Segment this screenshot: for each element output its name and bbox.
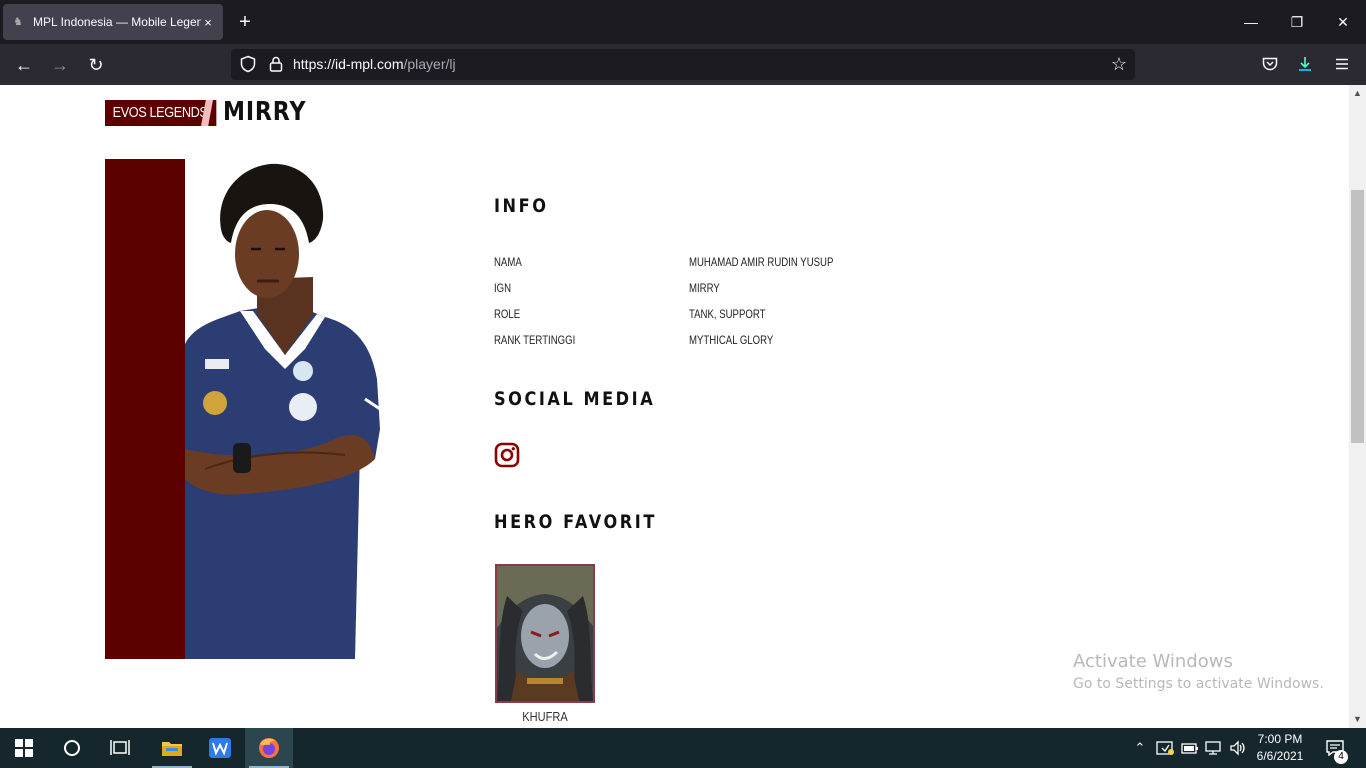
show-hidden-icons-button[interactable]: ⌃ [1130, 728, 1150, 768]
chevron-up-icon: ⌃ [1134, 740, 1146, 755]
activate-windows-watermark: Activate Windows Go to Settings to activ… [1073, 651, 1324, 692]
task-view-icon [110, 740, 130, 755]
windows-taskbar: ⌃ 7:00 PM 6/6/2021 [0, 728, 1366, 768]
page-content: EVOS LEGENDS MIRRY INFO NAMA MUHAMAD AMI… [0, 85, 1348, 728]
notification-count-badge: 4 [1334, 750, 1348, 764]
tray-battery-icon[interactable] [1179, 728, 1201, 768]
photo-accent-bar [105, 159, 185, 659]
wps-office-button[interactable] [196, 728, 244, 768]
clock-date: 6/6/2021 [1256, 749, 1304, 763]
browser-toolbar: ← → ↻ https://id-mpl.com/player/lj ☆ [0, 44, 1366, 85]
address-bar[interactable]: https://id-mpl.com/player/lj ☆ [231, 49, 1135, 80]
app-menu-icon[interactable] [1333, 55, 1351, 73]
minimize-button[interactable]: — [1228, 0, 1274, 44]
security-warning-icon [1156, 741, 1174, 755]
instagram-icon[interactable] [494, 442, 520, 468]
back-button[interactable]: ← [11, 52, 37, 78]
forward-button[interactable]: → [47, 52, 73, 78]
start-button[interactable] [0, 728, 48, 768]
file-explorer-button[interactable] [148, 728, 196, 768]
restore-button[interactable]: ❐ [1274, 0, 1320, 44]
url-text[interactable]: https://id-mpl.com/player/lj [293, 56, 456, 72]
scroll-up-icon[interactable]: ▲ [1349, 85, 1366, 102]
hero-portrait [497, 566, 593, 701]
tray-network-icon[interactable] [1203, 728, 1225, 768]
hero-card-khufra[interactable] [495, 564, 595, 703]
search-button[interactable] [48, 728, 96, 768]
page-scrollbar[interactable]: ▲ ▼ [1349, 85, 1366, 728]
lock-icon[interactable] [267, 55, 285, 73]
window-close-button[interactable]: ✕ [1320, 0, 1366, 44]
browser-tab-strip: ♞ MPL Indonesia — Mobile Legen × + — ❐ ✕ [0, 0, 1366, 44]
pocket-icon[interactable] [1261, 55, 1279, 73]
scrollbar-thumb[interactable] [1351, 190, 1364, 443]
wps-writer-icon [209, 738, 231, 758]
hero-name: KHUFRA [522, 709, 568, 724]
network-icon [1205, 741, 1221, 755]
taskbar-clock[interactable]: 7:00 PM 6/6/2021 [1248, 731, 1312, 765]
info-value-nama: MUHAMAD AMIR RUDIN YUSUP [689, 255, 834, 269]
browser-tab[interactable]: ♞ MPL Indonesia — Mobile Legen × [3, 4, 223, 40]
activate-windows-title: Activate Windows [1073, 651, 1233, 672]
info-value-ign: MIRRY [689, 281, 720, 295]
folder-icon [162, 742, 182, 756]
info-section-title: INFO [494, 195, 549, 217]
info-label-rank: RANK TERTINGGI [494, 333, 576, 347]
activate-windows-subtitle: Go to Settings to activate Windows. [1073, 676, 1324, 692]
player-photo [185, 163, 381, 659]
info-label-ign: IGN [494, 281, 512, 295]
url-host: https://id-mpl.com [293, 56, 404, 72]
player-name: MIRRY [223, 97, 307, 127]
scroll-down-icon[interactable]: ▼ [1349, 711, 1366, 728]
downloads-icon[interactable] [1296, 55, 1314, 73]
clock-time: 7:00 PM [1257, 732, 1303, 746]
info-value-role: TANK, SUPPORT [689, 307, 766, 321]
tracking-shield-icon[interactable] [239, 55, 257, 73]
firefox-taskbar-button[interactable] [245, 728, 293, 768]
site-favicon-icon: ♞ [13, 16, 23, 28]
reload-button[interactable]: ↻ [83, 52, 109, 78]
action-center-button[interactable] [1318, 728, 1352, 768]
new-tab-button[interactable]: + [233, 10, 257, 34]
battery-icon [1181, 743, 1198, 754]
cortana-circle-icon [64, 740, 80, 756]
bookmark-star-icon[interactable]: ☆ [1111, 54, 1127, 74]
url-path: /player/lj [403, 56, 456, 72]
tab-title: MPL Indonesia — Mobile Legen [33, 15, 201, 29]
info-label-nama: NAMA [494, 255, 522, 269]
tab-close-icon[interactable]: × [201, 15, 215, 30]
tray-security-icon[interactable] [1154, 728, 1176, 768]
info-label-role: ROLE [494, 307, 521, 321]
tray-volume-icon[interactable] [1227, 728, 1249, 768]
windows-logo-icon [15, 739, 33, 757]
team-badge[interactable]: EVOS LEGENDS [105, 100, 216, 126]
task-view-button[interactable] [96, 728, 144, 768]
volume-icon [1230, 740, 1245, 756]
social-media-section-title: SOCIAL MEDIA [494, 388, 656, 410]
firefox-icon [259, 738, 279, 758]
info-value-rank: MYTHICAL GLORY [689, 333, 774, 347]
hero-favorit-section-title: HERO FAVORIT [494, 511, 657, 533]
